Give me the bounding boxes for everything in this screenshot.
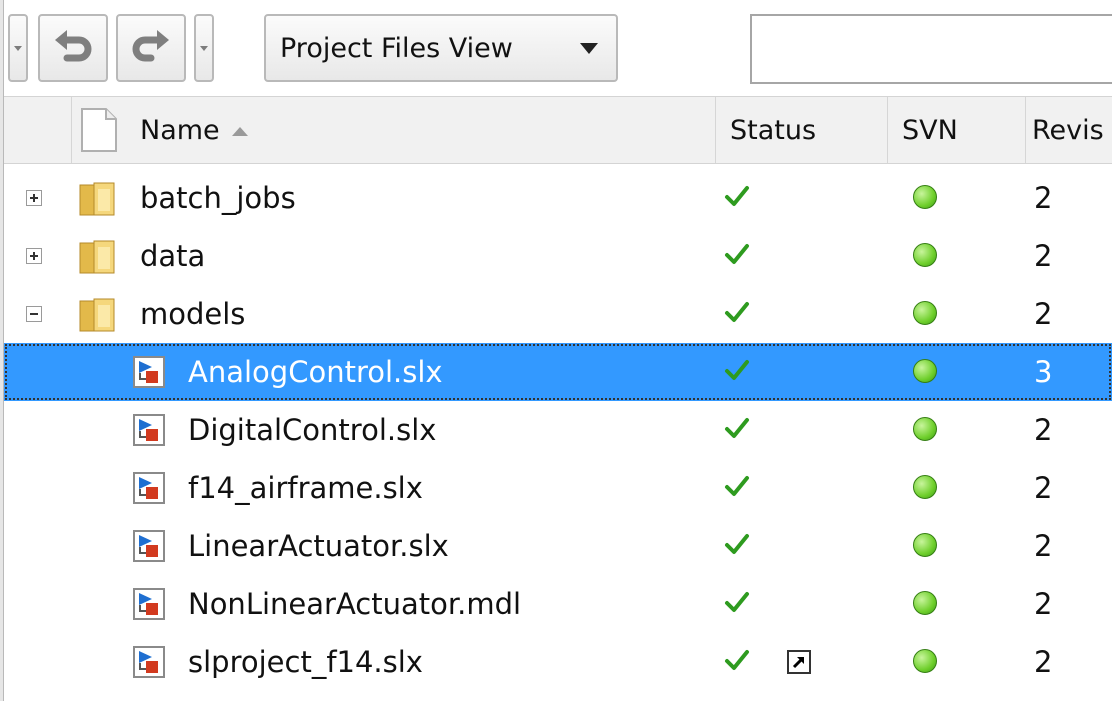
simulink-model-icon	[133, 646, 165, 678]
svn-status-icon	[913, 475, 937, 499]
folder-icon	[79, 240, 115, 274]
tree-item-label: data	[140, 239, 206, 273]
redo-dropdown-button[interactable]	[194, 14, 214, 82]
folder-icon	[79, 182, 115, 216]
tree-item-label: models	[140, 297, 246, 331]
redo-button[interactable]	[116, 14, 186, 82]
check-icon	[725, 534, 749, 554]
svn-status-icon	[913, 649, 937, 673]
header-name[interactable]: Name	[126, 97, 716, 163]
svn-status-icon	[913, 359, 937, 383]
tree-item-label: LinearActuator.slx	[188, 529, 449, 563]
header-revision[interactable]: Revis	[1026, 97, 1112, 163]
tree-row-folder[interactable]: models 2	[4, 285, 1112, 343]
header-status[interactable]: Status	[716, 97, 888, 163]
svn-status-icon	[913, 243, 937, 267]
tree-row-file[interactable]: slproject_f14.slx 2	[4, 633, 1112, 691]
check-icon	[725, 302, 749, 322]
tree-row-folder[interactable]: batch_jobs 2	[4, 169, 1112, 227]
svn-status-icon	[913, 417, 937, 441]
header-svn[interactable]: SVN	[888, 97, 1026, 163]
undo-icon	[55, 30, 92, 62]
tree-row-file[interactable]: f14_airframe.slx 2	[4, 459, 1112, 517]
column-header-row: Name Status SVN Revis	[4, 96, 1112, 164]
header-name-label: Name	[126, 115, 248, 146]
svn-status-icon	[913, 185, 937, 209]
revision-value: 2	[1034, 239, 1053, 273]
tree-row-file[interactable]: NonLinearActuator.mdl 2	[4, 575, 1112, 633]
revision-value: 2	[1034, 413, 1053, 447]
collapse-icon[interactable]	[26, 306, 42, 322]
svn-status-icon	[913, 591, 937, 615]
check-icon	[725, 360, 749, 380]
tree-row-file[interactable]: LinearActuator.slx 2	[4, 517, 1112, 575]
check-icon	[725, 650, 749, 670]
tree-item-label: NonLinearActuator.mdl	[188, 587, 522, 621]
check-icon	[725, 186, 749, 206]
header-icon-column	[72, 97, 126, 163]
tree-item-label: DigitalControl.slx	[188, 413, 437, 447]
shortcut-icon	[787, 650, 811, 674]
revision-value: 2	[1034, 587, 1053, 621]
header-expander-column	[4, 97, 72, 163]
folder-icon	[79, 298, 115, 332]
undo-button[interactable]	[38, 14, 108, 82]
sort-ascending-icon	[231, 126, 248, 136]
revision-value: 2	[1034, 181, 1053, 215]
dropdown-icon	[14, 45, 22, 51]
tree-item-label: AnalogControl.slx	[188, 355, 443, 389]
header-status-label: Status	[730, 114, 817, 146]
view-selector-label: Project Files View	[280, 32, 513, 64]
file-icon	[81, 108, 117, 152]
header-revision-label: Revis	[1032, 114, 1104, 146]
simulink-model-icon	[133, 414, 165, 446]
simulink-model-icon	[133, 588, 165, 620]
redo-icon	[132, 30, 169, 62]
tree-row-folder[interactable]: data 2	[4, 227, 1112, 285]
check-icon	[725, 592, 749, 612]
revision-value: 2	[1034, 297, 1053, 331]
check-icon	[725, 476, 749, 496]
search-input[interactable]	[750, 14, 1112, 84]
simulink-model-icon	[133, 356, 165, 388]
expand-icon[interactable]	[26, 248, 42, 264]
revision-value: 3	[1034, 355, 1053, 389]
revision-value: 2	[1034, 645, 1053, 679]
revision-value: 2	[1034, 471, 1053, 505]
expand-icon[interactable]	[26, 190, 42, 206]
tree-item-label: batch_jobs	[140, 181, 296, 215]
dropdown-icon	[200, 45, 208, 51]
revision-value: 2	[1034, 529, 1053, 563]
check-icon	[725, 244, 749, 264]
view-selector-dropdown[interactable]: Project Files View	[264, 14, 618, 82]
tree-item-label: f14_airframe.slx	[188, 471, 423, 505]
tree-row-file[interactable]: DigitalControl.slx 2	[4, 401, 1112, 459]
toolbar: Project Files View	[4, 0, 1112, 100]
tree-row-file[interactable]: AnalogControl.slx 3	[4, 343, 1112, 401]
chevron-down-icon	[580, 43, 598, 54]
svn-status-icon	[913, 533, 937, 557]
header-svn-label: SVN	[902, 114, 958, 146]
tree-item-label: slproject_f14.slx	[188, 645, 423, 679]
simulink-model-icon	[133, 472, 165, 504]
svn-status-icon	[913, 301, 937, 325]
check-icon	[725, 418, 749, 438]
history-dropdown-button[interactable]	[8, 14, 28, 82]
simulink-model-icon	[133, 530, 165, 562]
